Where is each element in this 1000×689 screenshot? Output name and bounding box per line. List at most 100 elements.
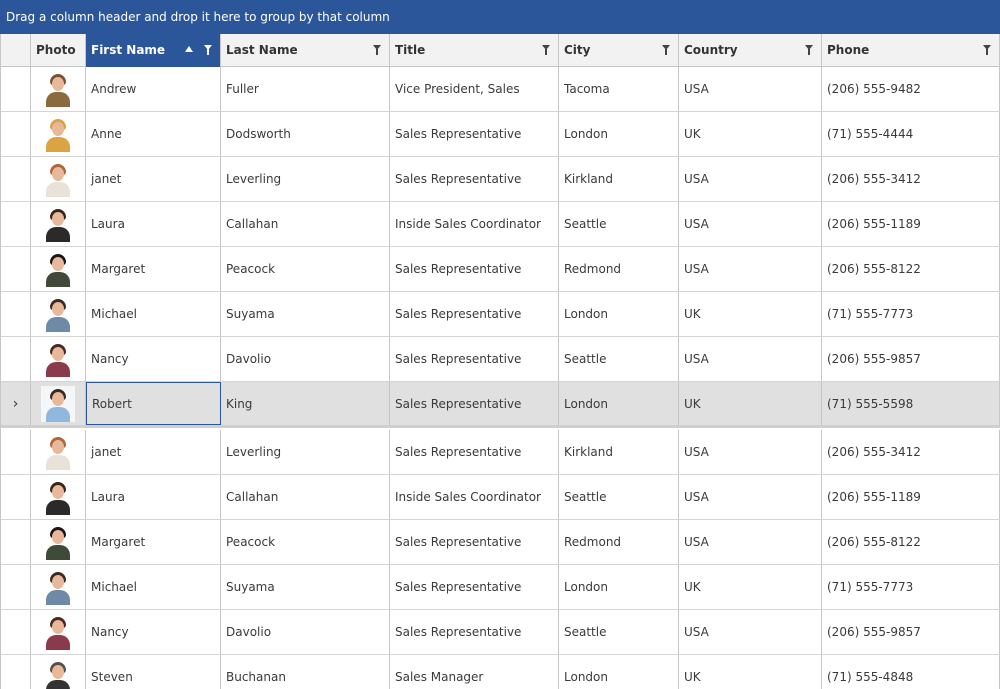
cell-first[interactable]: Margaret: [86, 247, 221, 291]
cell-city[interactable]: Kirkland: [559, 157, 679, 201]
cell-title[interactable]: Inside Sales Coordinator: [390, 475, 559, 519]
cell-first[interactable]: Michael: [86, 565, 221, 609]
photo-cell[interactable]: [31, 67, 86, 111]
row-indicator[interactable]: [1, 247, 31, 291]
cell-title[interactable]: Sales Representative: [390, 292, 559, 336]
cell-first[interactable]: Laura: [86, 202, 221, 246]
cell-last[interactable]: Leverling: [221, 157, 390, 201]
row-indicator[interactable]: [1, 655, 31, 689]
cell-city[interactable]: London: [559, 112, 679, 156]
cell-country[interactable]: USA: [679, 247, 822, 291]
table-row[interactable]: Margaret Peacock Sales Representative Redmo…: [1, 247, 1000, 292]
cell-phone[interactable]: (206) 555-9857: [822, 610, 1000, 654]
table-row[interactable]: janet Leverling Sales Representative Kirkla…: [1, 430, 1000, 475]
photo-cell[interactable]: [31, 382, 86, 425]
cell-first[interactable]: Nancy: [86, 337, 221, 381]
photo-cell[interactable]: [31, 157, 86, 201]
filter-icon[interactable]: [204, 45, 212, 55]
cell-first[interactable]: Andrew: [86, 67, 221, 111]
cell-last[interactable]: Fuller: [221, 67, 390, 111]
row-indicator[interactable]: [1, 520, 31, 564]
cell-first[interactable]: Steven: [86, 655, 221, 689]
photo-cell[interactable]: [31, 655, 86, 689]
table-row[interactable]: Nancy Davolio Sales Representative Seattle U…: [1, 337, 1000, 382]
cell-country[interactable]: UK: [679, 655, 822, 689]
filter-icon[interactable]: [373, 45, 381, 55]
column-header-last[interactable]: Last Name: [221, 34, 390, 67]
column-header-country[interactable]: Country: [679, 34, 822, 67]
cell-last[interactable]: Davolio: [221, 337, 390, 381]
cell-first[interactable]: janet: [86, 430, 221, 474]
cell-city[interactable]: Seattle: [559, 337, 679, 381]
cell-city[interactable]: Kirkland: [559, 430, 679, 474]
cell-country[interactable]: USA: [679, 202, 822, 246]
cell-first[interactable]: Michael: [86, 292, 221, 336]
cell-first[interactable]: Anne: [86, 112, 221, 156]
table-row[interactable]: Steven Buchanan Sales Manager London UK (71) …: [1, 655, 1000, 689]
cell-country[interactable]: USA: [679, 67, 822, 111]
column-header-photo[interactable]: Photo: [31, 34, 86, 67]
row-indicator[interactable]: [1, 292, 31, 336]
cell-first[interactable]: Laura: [86, 475, 221, 519]
cell-country[interactable]: UK: [679, 292, 822, 336]
cell-country[interactable]: USA: [679, 520, 822, 564]
photo-cell[interactable]: [31, 475, 86, 519]
group-by-panel[interactable]: Drag a column header and drop it here to…: [0, 0, 1000, 34]
row-indicator[interactable]: [1, 430, 31, 474]
column-header-phone[interactable]: Phone: [822, 34, 1000, 67]
table-row[interactable]: Michael Suyama Sales Representative London U…: [1, 565, 1000, 610]
cell-title[interactable]: Vice President, Sales: [390, 67, 559, 111]
cell-phone[interactable]: (206) 555-8122: [822, 247, 1000, 291]
cell-last[interactable]: Leverling: [221, 430, 390, 474]
cell-phone[interactable]: (206) 555-3412: [822, 430, 1000, 474]
cell-phone[interactable]: (206) 555-1189: [822, 202, 1000, 246]
cell-country[interactable]: USA: [679, 475, 822, 519]
cell-title[interactable]: Sales Representative: [390, 112, 559, 156]
table-row[interactable]: Laura Callahan Inside Sales Coordinator Sea…: [1, 475, 1000, 520]
cell-city[interactable]: London: [559, 382, 679, 425]
photo-cell[interactable]: [31, 520, 86, 564]
cell-country[interactable]: USA: [679, 157, 822, 201]
cell-phone[interactable]: (71) 555-5598: [822, 382, 1000, 425]
column-header-title[interactable]: Title: [390, 34, 559, 67]
filter-icon[interactable]: [805, 45, 813, 55]
cell-phone[interactable]: (206) 555-3412: [822, 157, 1000, 201]
cell-first[interactable]: Robert: [86, 382, 221, 425]
row-indicator[interactable]: [1, 475, 31, 519]
row-indicator[interactable]: [1, 157, 31, 201]
cell-city[interactable]: Seattle: [559, 610, 679, 654]
cell-phone[interactable]: (206) 555-9482: [822, 67, 1000, 111]
cell-phone[interactable]: (71) 555-4444: [822, 112, 1000, 156]
cell-country[interactable]: UK: [679, 565, 822, 609]
table-row[interactable]: Nancy Davolio Sales Representative Seattle U…: [1, 610, 1000, 655]
photo-cell[interactable]: [31, 565, 86, 609]
row-indicator[interactable]: [1, 610, 31, 654]
column-header-first[interactable]: First Name: [86, 34, 221, 67]
cell-city[interactable]: Redmond: [559, 520, 679, 564]
cell-title[interactable]: Sales Representative: [390, 565, 559, 609]
cell-title[interactable]: Sales Representative: [390, 430, 559, 474]
photo-cell[interactable]: [31, 247, 86, 291]
filter-icon[interactable]: [983, 45, 991, 55]
filter-icon[interactable]: [542, 45, 550, 55]
cell-phone[interactable]: (206) 555-9857: [822, 337, 1000, 381]
filter-icon[interactable]: [662, 45, 670, 55]
cell-country[interactable]: USA: [679, 430, 822, 474]
row-indicator[interactable]: [1, 112, 31, 156]
row-indicator[interactable]: [1, 67, 31, 111]
cell-last[interactable]: Peacock: [221, 520, 390, 564]
cell-title[interactable]: Sales Manager: [390, 655, 559, 689]
cell-title[interactable]: Inside Sales Coordinator: [390, 202, 559, 246]
table-row[interactable]: janet Leverling Sales Representative Kirkla…: [1, 157, 1000, 202]
sort-ascending-icon[interactable]: [185, 46, 193, 52]
table-row[interactable]: Andrew Fuller Vice President, Sales Tacoma U…: [1, 67, 1000, 112]
cell-phone[interactable]: (71) 555-4848: [822, 655, 1000, 689]
table-row[interactable]: Laura Callahan Inside Sales Coordinator Sea…: [1, 202, 1000, 247]
row-indicator[interactable]: [1, 202, 31, 246]
cell-title[interactable]: Sales Representative: [390, 382, 559, 425]
cell-first[interactable]: janet: [86, 157, 221, 201]
cell-last[interactable]: Davolio: [221, 610, 390, 654]
cell-city[interactable]: Seattle: [559, 475, 679, 519]
cell-title[interactable]: Sales Representative: [390, 520, 559, 564]
row-indicator[interactable]: ›: [1, 382, 31, 425]
